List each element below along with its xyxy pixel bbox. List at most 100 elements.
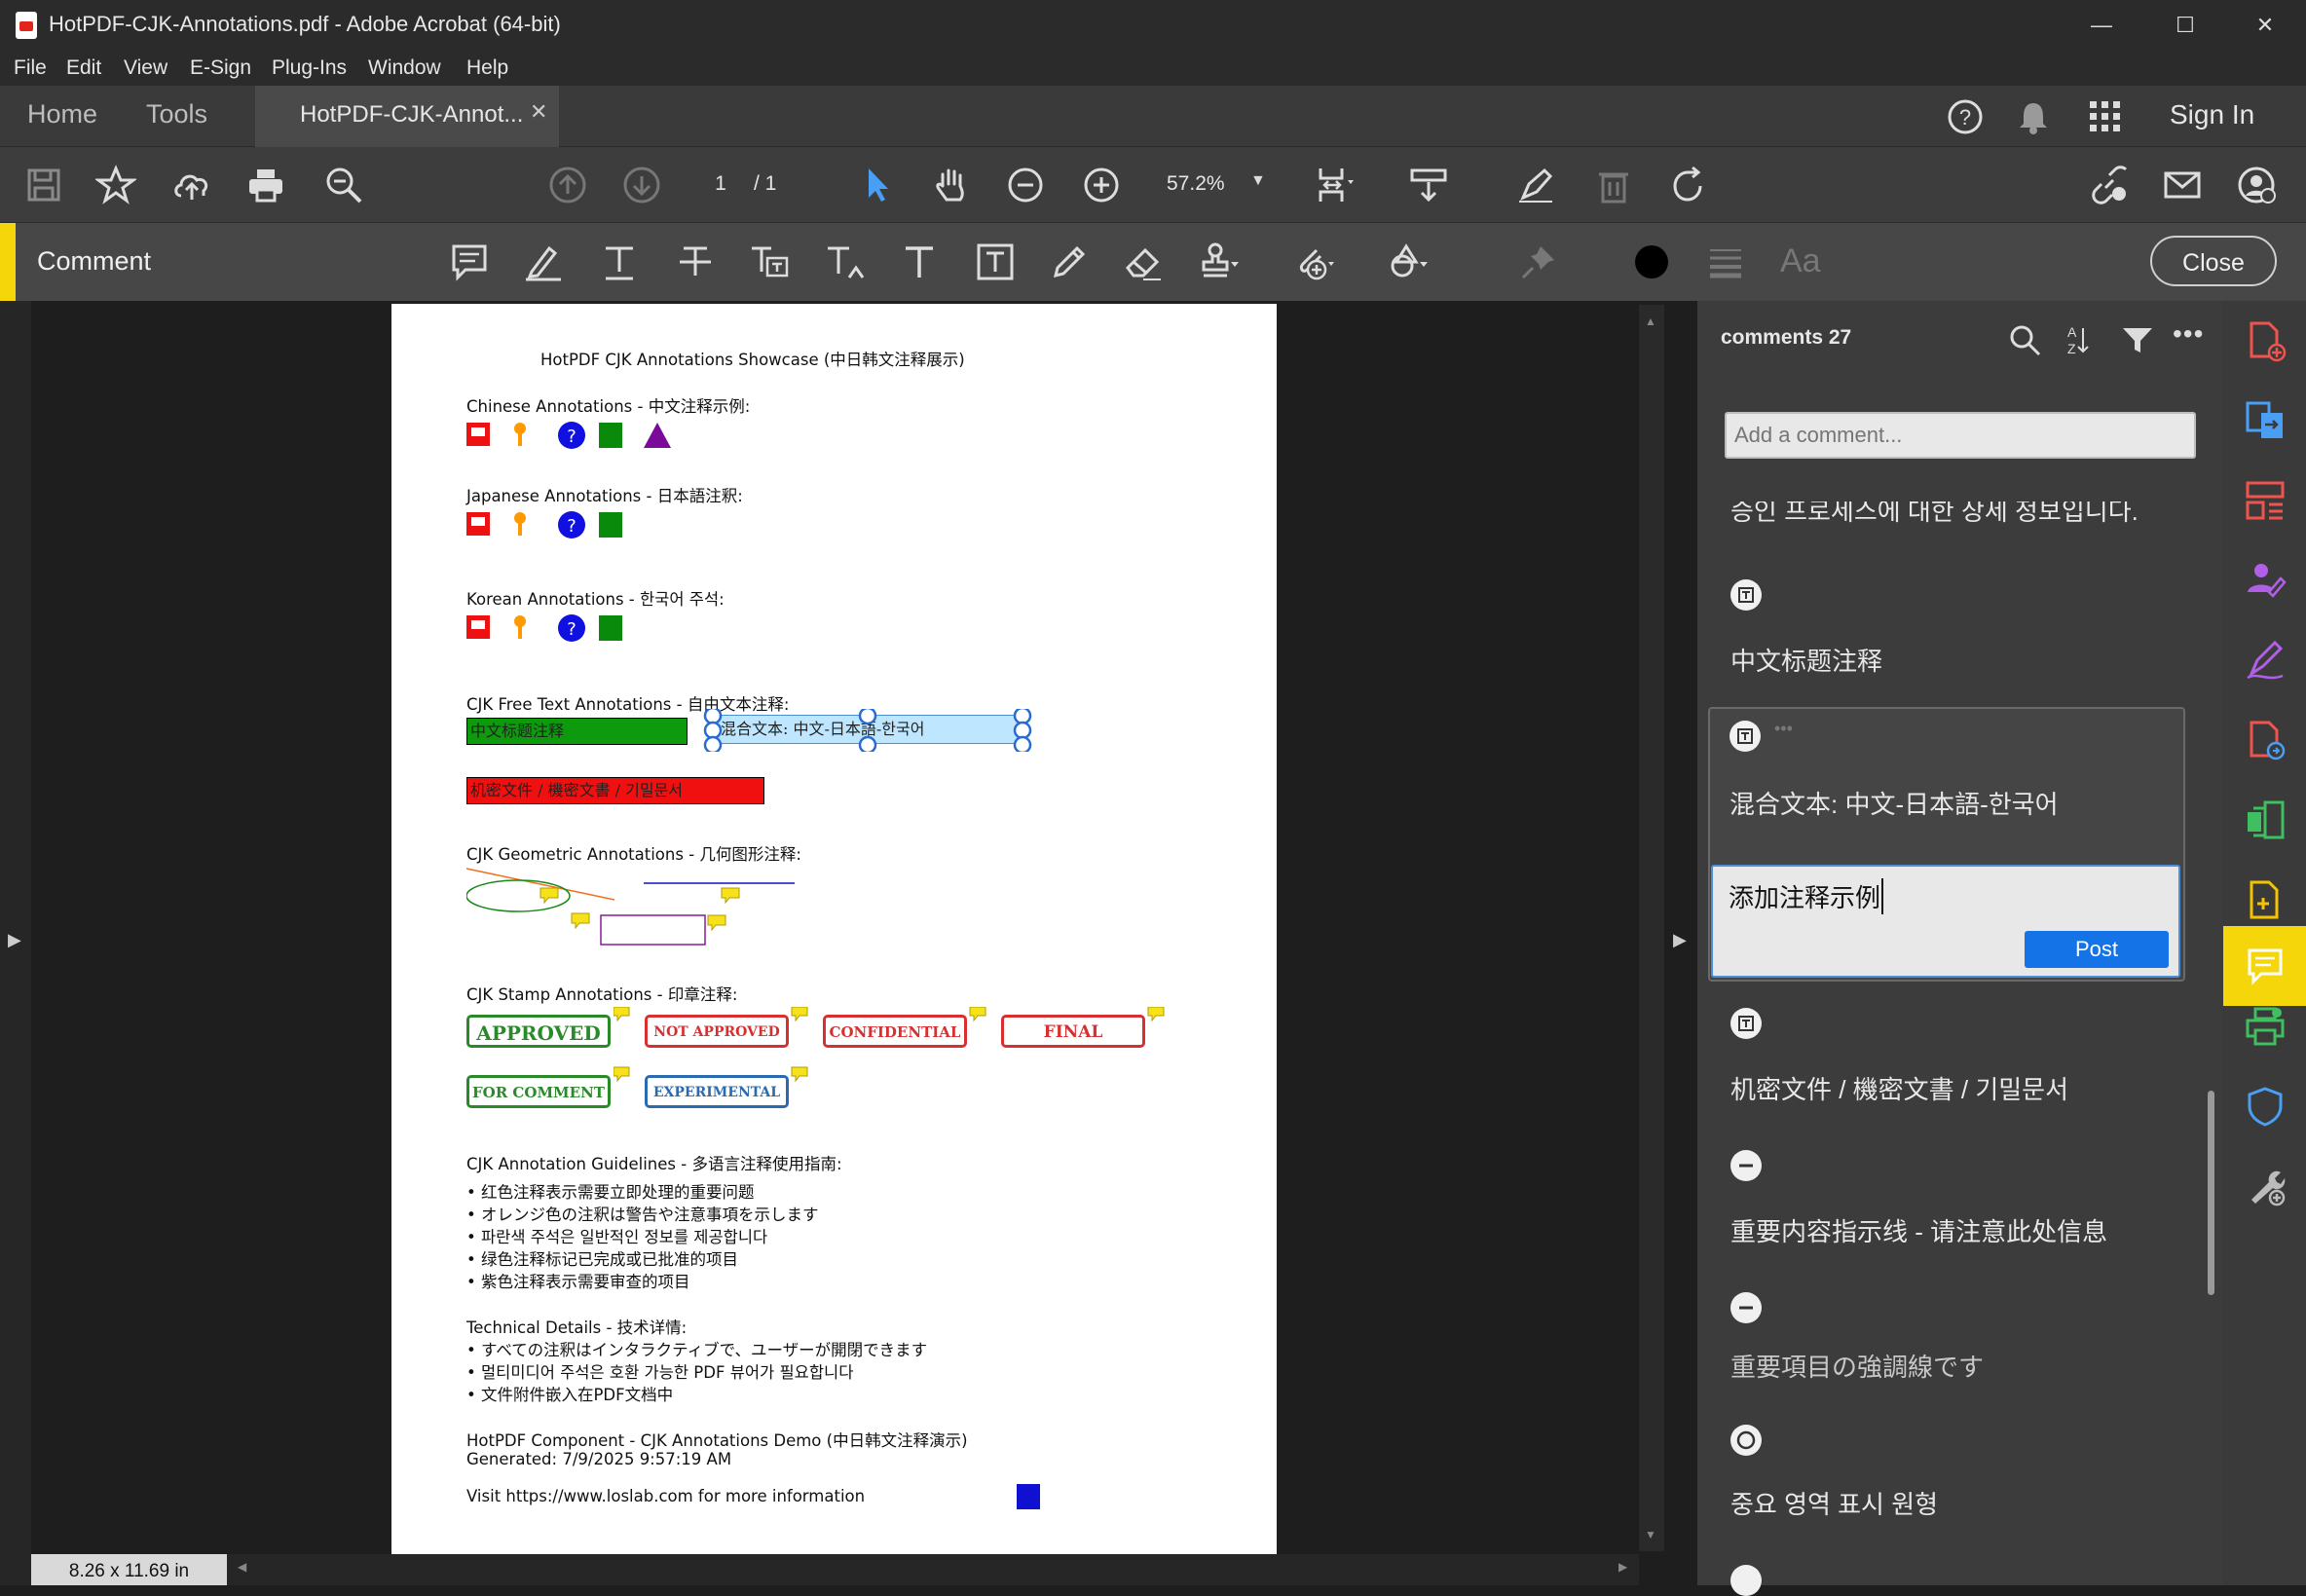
cloud-upload-icon[interactable] xyxy=(171,165,212,205)
sort-icon[interactable]: AZ xyxy=(2058,322,2093,357)
minimize-icon[interactable]: — xyxy=(2072,8,2131,43)
close-comment-button[interactable]: Close xyxy=(2150,236,2277,286)
scroll-mode-icon[interactable] xyxy=(1408,165,1449,205)
eraser-icon[interactable] xyxy=(1122,241,1165,283)
delete-icon[interactable] xyxy=(1593,165,1634,205)
line-width-icon[interactable] xyxy=(1704,241,1747,283)
comments-scrollbar[interactable] xyxy=(2208,1091,2214,1295)
text-box-icon[interactable] xyxy=(974,241,1017,283)
zoom-dropdown-icon[interactable]: ▼ xyxy=(1250,172,1266,190)
selection-handles[interactable] xyxy=(703,709,1034,752)
print-production-icon[interactable] xyxy=(2244,1005,2287,1048)
scroll-left-icon[interactable]: ◀ xyxy=(238,1560,246,1574)
strikethrough-icon[interactable] xyxy=(674,241,717,283)
save-icon[interactable] xyxy=(23,165,64,205)
share-user-icon[interactable] xyxy=(2236,165,2277,205)
highlight-icon[interactable] xyxy=(522,241,565,283)
more-options-icon[interactable]: ••• xyxy=(2173,318,2204,350)
scroll-right-icon[interactable]: ▶ xyxy=(1618,1560,1627,1574)
menu-esign[interactable]: E-Sign xyxy=(190,56,251,80)
scroll-down-icon[interactable]: ▼ xyxy=(1645,1528,1656,1541)
post-button[interactable]: Post xyxy=(2025,931,2169,968)
add-notes-icon[interactable] xyxy=(2244,878,2287,921)
attach-file-icon[interactable] xyxy=(1291,241,1334,283)
link-icon[interactable] xyxy=(2088,165,2129,205)
replace-text-icon[interactable] xyxy=(748,241,791,283)
collapse-panel-icon[interactable]: ▶ xyxy=(1673,930,1687,950)
comment-text[interactable]: 重要項目の強調線です xyxy=(1730,1348,1984,1384)
request-signatures-icon[interactable] xyxy=(2244,559,2287,602)
help-icon[interactable]: ? xyxy=(1946,97,1985,136)
search-icon[interactable] xyxy=(2007,322,2042,357)
add-comment-input[interactable] xyxy=(1725,412,2196,459)
reply-text[interactable]: 添加注释示例 xyxy=(1729,878,1884,914)
star-icon[interactable] xyxy=(93,165,138,205)
attachment-icon[interactable] xyxy=(1017,1484,1040,1509)
tab-home[interactable]: Home xyxy=(27,99,97,130)
freetext-green[interactable]: 中文标题注释 xyxy=(466,718,688,745)
geometric-annotations[interactable] xyxy=(466,867,817,954)
close-window-icon[interactable]: ✕ xyxy=(2236,8,2294,43)
bell-icon[interactable] xyxy=(2014,97,2053,136)
document-scrollbar[interactable]: ▲ ▼ xyxy=(1639,305,1664,1551)
menu-window[interactable]: Window xyxy=(368,56,441,80)
stamp-approved[interactable]: APPROVED xyxy=(466,1015,611,1048)
comment-text[interactable]: 混合文本: 中文-日本語-한국어 xyxy=(1730,785,2059,821)
tab-document[interactable]: HotPDF-CJK-Annot... ✕ xyxy=(255,86,559,147)
pencil-icon[interactable] xyxy=(1048,241,1091,283)
next-page-icon[interactable] xyxy=(621,165,662,205)
zoom-level[interactable]: 57.2% xyxy=(1167,172,1225,196)
compare-files-icon[interactable] xyxy=(2244,798,2287,841)
previous-page-icon[interactable] xyxy=(547,165,588,205)
menu-view[interactable]: View xyxy=(124,56,167,80)
comment-text[interactable]: 重要内容指示线 - 请注意此处信息 xyxy=(1730,1212,2107,1248)
print-icon[interactable] xyxy=(245,165,286,205)
hand-tool-icon[interactable] xyxy=(931,165,972,205)
comment-text[interactable]: 中文标题注释 xyxy=(1730,642,1882,678)
fill-sign-icon[interactable] xyxy=(2244,639,2287,682)
sticky-note-icon[interactable] xyxy=(448,241,491,283)
menu-edit[interactable]: Edit xyxy=(66,56,101,80)
font-style-button[interactable]: Aa xyxy=(1780,242,1821,280)
add-text-icon[interactable] xyxy=(898,241,941,283)
sign-in-button[interactable]: Sign In xyxy=(2170,99,2254,130)
search-zoom-icon[interactable] xyxy=(323,165,364,205)
rotate-icon[interactable] xyxy=(1667,165,1708,205)
menu-file[interactable]: File xyxy=(14,56,47,80)
comment-text[interactable]: 机密文件 / 機密文書 / 기밀문서 xyxy=(1730,1070,2068,1106)
filter-icon[interactable] xyxy=(2120,322,2155,357)
comment-text[interactable]: 중요 영역 표시 원형 xyxy=(1730,1485,1938,1521)
comment-tool-active[interactable] xyxy=(2223,926,2306,1006)
select-arrow-icon[interactable] xyxy=(857,165,898,205)
maximize-icon[interactable]: ☐ xyxy=(2156,8,2214,43)
pin-icon[interactable] xyxy=(1517,241,1560,283)
apps-grid-icon[interactable] xyxy=(2086,97,2125,136)
create-pdf-icon[interactable] xyxy=(2244,319,2287,362)
underline-text-icon[interactable] xyxy=(598,241,641,283)
stamp-icon[interactable] xyxy=(1198,241,1241,283)
zoom-out-icon[interactable] xyxy=(1005,165,1046,205)
fit-page-icon[interactable] xyxy=(1315,165,1356,205)
edit-pdf-icon[interactable] xyxy=(2244,719,2287,761)
right-panel-toggle[interactable]: ▶ xyxy=(1665,301,1697,1585)
shapes-icon[interactable] xyxy=(1387,241,1430,283)
insert-text-icon[interactable] xyxy=(824,241,867,283)
export-pdf-icon[interactable] xyxy=(2244,399,2287,442)
comment-icon[interactable] xyxy=(2244,945,2287,987)
freetext-red[interactable]: 机密文件 / 機密文書 / 기밀문서 xyxy=(466,777,764,804)
email-icon[interactable] xyxy=(2162,165,2203,205)
protect-shield-icon[interactable] xyxy=(2244,1085,2287,1128)
menu-help[interactable]: Help xyxy=(466,56,508,80)
page-number-input[interactable]: 1 xyxy=(699,172,742,196)
color-picker-icon[interactable] xyxy=(1630,241,1673,283)
menu-plugins[interactable]: Plug-Ins xyxy=(272,56,347,80)
sign-pen-icon[interactable] xyxy=(1515,165,1556,205)
horizontal-scrollbar[interactable]: ◀ ▶ xyxy=(31,1554,1639,1585)
zoom-in-icon[interactable] xyxy=(1081,165,1122,205)
tab-tools[interactable]: Tools xyxy=(146,99,207,130)
more-tools-icon[interactable] xyxy=(2244,1165,2287,1207)
stamp-for-comment[interactable]: FOR COMMENT xyxy=(466,1075,611,1108)
organize-pages-icon[interactable] xyxy=(2244,479,2287,522)
left-panel-toggle[interactable]: ▶ xyxy=(0,301,31,1585)
card-options-icon[interactable]: ••• xyxy=(1774,719,1793,739)
